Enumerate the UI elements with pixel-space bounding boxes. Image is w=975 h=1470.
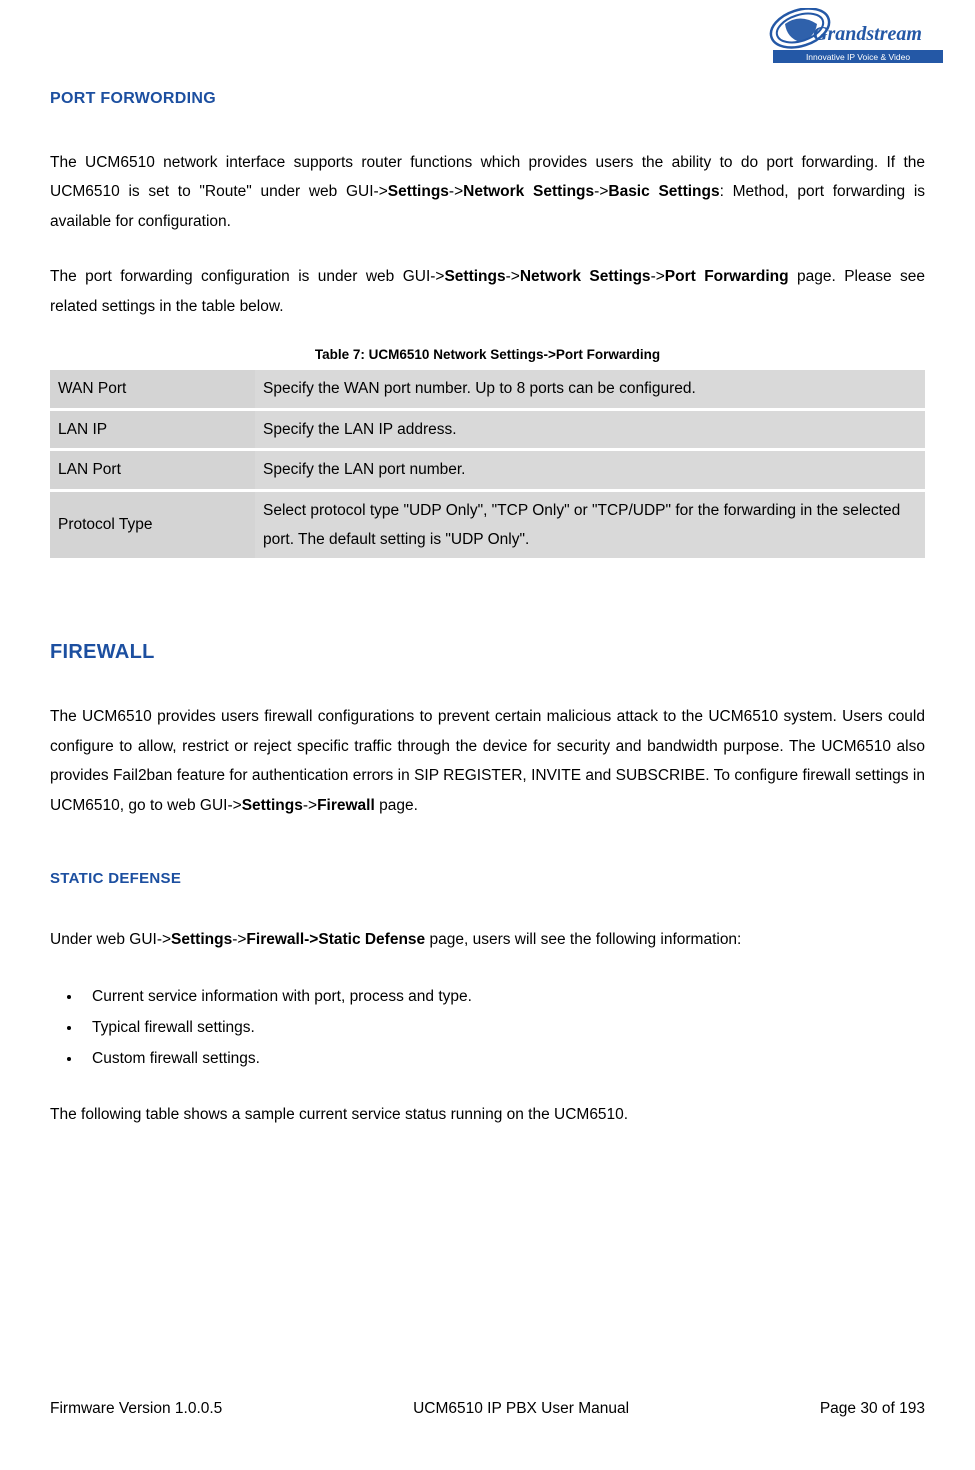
table-caption: Table 7: UCM6510 Network Settings->Port … — [50, 347, 925, 362]
text-bold: Basic Settings — [608, 183, 719, 200]
text: Under web GUI-> — [50, 931, 171, 948]
table-cell-label: Protocol Type — [50, 492, 255, 559]
text: -> — [594, 183, 608, 200]
page-footer: Firmware Version 1.0.0.5 UCM6510 IP PBX … — [50, 1400, 925, 1418]
brand-logo: Grandstream Innovative IP Voice & Video — [765, 8, 945, 68]
page-content: PORT FORWORDING The UCM6510 network inte… — [50, 20, 925, 1129]
para-sd-1: Under web GUI->Settings->Firewall->Stati… — [50, 925, 925, 954]
heading-firewall: FIREWALL — [50, 641, 925, 664]
table-row: LAN Port Specify the LAN port number. — [50, 451, 925, 488]
para-sd-2: The following table shows a sample curre… — [50, 1100, 925, 1129]
text-bold: Firewall — [317, 797, 375, 814]
logo-tagline-text: Innovative IP Voice & Video — [806, 52, 910, 62]
table-row: LAN IP Specify the LAN IP address. — [50, 411, 925, 448]
para-pf-1: The UCM6510 network interface supports r… — [50, 148, 925, 236]
text-bold: Port Forwarding — [665, 268, 789, 285]
text-bold: Settings — [444, 268, 505, 285]
footer-left: Firmware Version 1.0.0.5 — [50, 1400, 222, 1418]
text: page, users will see the following infor… — [425, 931, 741, 948]
text-bold: Settings — [242, 797, 303, 814]
heading-port-forwording: PORT FORWORDING — [50, 90, 925, 108]
text-bold: Settings — [171, 931, 232, 948]
text-bold: Settings — [388, 183, 449, 200]
text-bold: Network Settings — [463, 183, 594, 200]
table-cell-desc: Select protocol type "UDP Only", "TCP On… — [255, 492, 925, 559]
list-item: Custom firewall settings. — [82, 1043, 925, 1074]
table-row: WAN Port Specify the WAN port number. Up… — [50, 370, 925, 407]
text: -> — [651, 268, 665, 285]
text: -> — [232, 931, 246, 948]
text: The UCM6510 provides users firewall conf… — [50, 708, 925, 813]
logo-brand-text: Grandstream — [813, 23, 922, 45]
para-fw-1: The UCM6510 provides users firewall conf… — [50, 702, 925, 820]
text: page. — [375, 797, 418, 814]
table-row: Protocol Type Select protocol type "UDP … — [50, 492, 925, 559]
table-cell-desc: Specify the LAN port number. — [255, 451, 925, 488]
table-cell-label: LAN Port — [50, 451, 255, 488]
table-cell-label: WAN Port — [50, 370, 255, 407]
text: -> — [303, 797, 317, 814]
footer-center: UCM6510 IP PBX User Manual — [413, 1400, 629, 1418]
table-port-forwarding: WAN Port Specify the WAN port number. Up… — [50, 367, 925, 561]
table-cell-label: LAN IP — [50, 411, 255, 448]
text: The port forwarding configuration is und… — [50, 268, 444, 285]
list-item: Current service information with port, p… — [82, 981, 925, 1012]
para-pf-2: The port forwarding configuration is und… — [50, 262, 925, 321]
text: -> — [506, 268, 520, 285]
text: -> — [449, 183, 463, 200]
footer-right: Page 30 of 193 — [820, 1400, 925, 1418]
text-bold: Firewall->Static Defense — [246, 931, 425, 948]
table-cell-desc: Specify the WAN port number. Up to 8 por… — [255, 370, 925, 407]
bullet-list: Current service information with port, p… — [82, 981, 925, 1074]
list-item: Typical firewall settings. — [82, 1012, 925, 1043]
heading-static-defense: STATIC DEFENSE — [50, 870, 925, 887]
table-cell-desc: Specify the LAN IP address. — [255, 411, 925, 448]
text-bold: Network Settings — [520, 268, 651, 285]
